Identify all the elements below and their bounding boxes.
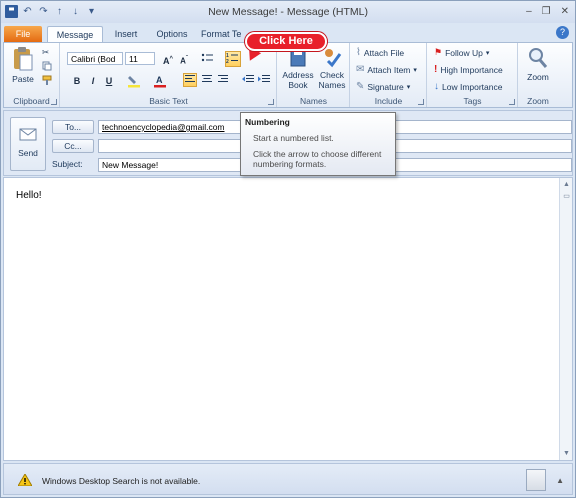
names-group: Address Book Check Names Names [278, 43, 350, 107]
tab-file[interactable]: File [4, 26, 42, 42]
numbering-icon[interactable]: 12 [225, 51, 241, 67]
close-button[interactable]: ✕ [561, 6, 569, 17]
include-dialog-launcher[interactable] [418, 99, 424, 105]
copy-icon[interactable] [42, 61, 52, 71]
decrease-indent-icon[interactable] [241, 74, 255, 88]
chevron-down-icon: ▾ [406, 83, 411, 91]
align-left-icon[interactable] [183, 73, 197, 87]
high-importance-button[interactable]: ! High Importance [434, 64, 503, 75]
window-controls: – ❐ ✕ [526, 6, 569, 17]
attach-file-button[interactable]: ⌇ Attach File [356, 47, 404, 58]
envelope-icon: ✉ [356, 64, 365, 75]
body-text: Hello! [16, 190, 42, 201]
zoom-group-label: Zoom [527, 96, 549, 106]
italic-icon[interactable]: I [86, 74, 100, 88]
paste-icon [14, 47, 33, 71]
include-group-label: Include [374, 96, 403, 106]
help-icon[interactable]: ? [556, 26, 569, 39]
scroll-up-icon[interactable]: ▲ [562, 180, 571, 189]
status-bar: Windows Desktop Search is not available.… [3, 463, 573, 495]
svg-text:2: 2 [226, 59, 229, 64]
to-button[interactable]: To... [52, 120, 94, 134]
cc-button[interactable]: Cc... [52, 139, 94, 153]
maximize-button[interactable]: ❐ [542, 6, 551, 17]
clipboard-dialog-launcher[interactable] [51, 99, 57, 105]
chevron-up-icon[interactable]: ▲ [556, 476, 564, 485]
magnifier-icon [529, 48, 548, 68]
chevron-down-icon: ▾ [485, 49, 490, 57]
align-center-icon[interactable] [200, 74, 214, 88]
format-painter-icon[interactable] [42, 75, 53, 86]
bold-icon[interactable]: B [70, 74, 84, 88]
zoom-group: Zoom Zoom [519, 43, 557, 107]
tab-insert[interactable]: Insert [107, 26, 145, 42]
send-button[interactable]: Send [10, 117, 46, 171]
svg-text:A: A [156, 75, 163, 85]
font-color-icon[interactable]: A [153, 74, 167, 88]
outlook-message-window: ↶ ↷ ↑ ↓ ▾ New Message! - Message (HTML) … [0, 0, 576, 498]
increase-indent-icon[interactable] [257, 74, 271, 88]
paste-button[interactable]: Paste [8, 46, 38, 84]
numbering-tooltip: Numbering Start a numbered list. Click t… [240, 112, 396, 176]
cut-icon[interactable]: ✂ [42, 47, 49, 58]
signature-button[interactable]: ✎ Signature ▾ [356, 81, 410, 92]
vertical-scrollbar[interactable]: ▲ ▭ ▼ [559, 178, 572, 460]
tags-dialog-launcher[interactable] [509, 99, 515, 105]
names-group-label: Names [300, 96, 327, 106]
basic-text-dialog-launcher[interactable] [268, 99, 274, 105]
include-group: ⌇ Attach File ✉ Attach Item ▾ ✎ Signatur… [351, 43, 427, 107]
address-book-button[interactable]: Address Book [282, 46, 314, 90]
chevron-down-icon: ▾ [413, 66, 417, 74]
highlight-icon[interactable] [127, 74, 141, 88]
grow-font-icon[interactable]: A^ [161, 52, 175, 66]
tooltip-title: Numbering [245, 117, 290, 127]
warning-icon [17, 473, 33, 488]
tab-options[interactable]: Options [149, 26, 195, 42]
underline-icon[interactable]: U [102, 74, 116, 88]
basic-text-group-label: Basic Text [149, 96, 188, 106]
avatar[interactable] [526, 469, 546, 491]
bullets-icon[interactable] [201, 52, 215, 66]
clipboard-group: Paste ✂ Clipboard [4, 43, 60, 107]
tags-group-label: Tags [463, 96, 482, 106]
exclamation-icon: ! [434, 64, 438, 75]
tooltip-line-3: numbering formats. [253, 159, 327, 169]
low-importance-button[interactable]: ↓ Low Importance [434, 81, 502, 92]
shrink-font-icon[interactable]: Aˇ [177, 52, 191, 66]
down-arrow-icon: ↓ [434, 81, 439, 92]
tooltip-line-1: Start a numbered list. [253, 133, 334, 143]
message-body[interactable]: Hello! ▲ ▭ ▼ [3, 177, 573, 461]
tooltip-line-2: Click the arrow to choose different [253, 149, 382, 159]
ribbon: Paste ✂ Clipboard Calibri (Bod 11 A^ Aˇ … [3, 42, 573, 108]
align-right-icon[interactable] [216, 74, 230, 88]
check-names-button[interactable]: Check Names [316, 46, 348, 90]
zoom-button[interactable]: Zoom [521, 46, 555, 82]
font-size-box[interactable]: 11 [125, 52, 155, 65]
check-names-icon [325, 49, 342, 68]
ruler-icon[interactable]: ▭ [562, 192, 571, 201]
window-title: New Message! - Message (HTML) [208, 6, 368, 18]
click-here-callout: Click Here [245, 32, 327, 51]
minimize-button[interactable]: – [526, 6, 532, 17]
paperclip-icon: ⌇ [356, 47, 361, 58]
flag-icon: ⚑ [434, 47, 443, 57]
tags-group: ⚑ Follow Up ▾ ! High Importance ↓ Low Im… [428, 43, 518, 107]
scroll-down-icon[interactable]: ▼ [562, 449, 571, 458]
attach-item-button[interactable]: ✉ Attach Item ▾ [356, 64, 417, 75]
tab-message[interactable]: Message [47, 26, 103, 42]
send-icon [19, 128, 37, 141]
font-name-box[interactable]: Calibri (Bod [67, 52, 123, 65]
signature-icon: ✎ [356, 81, 365, 92]
title-bar: ↶ ↷ ↑ ↓ ▾ New Message! - Message (HTML) … [1, 1, 575, 23]
follow-up-button[interactable]: ⚑ Follow Up ▾ [434, 47, 489, 58]
status-message: Windows Desktop Search is not available. [42, 476, 201, 486]
subject-label: Subject: [52, 159, 83, 169]
